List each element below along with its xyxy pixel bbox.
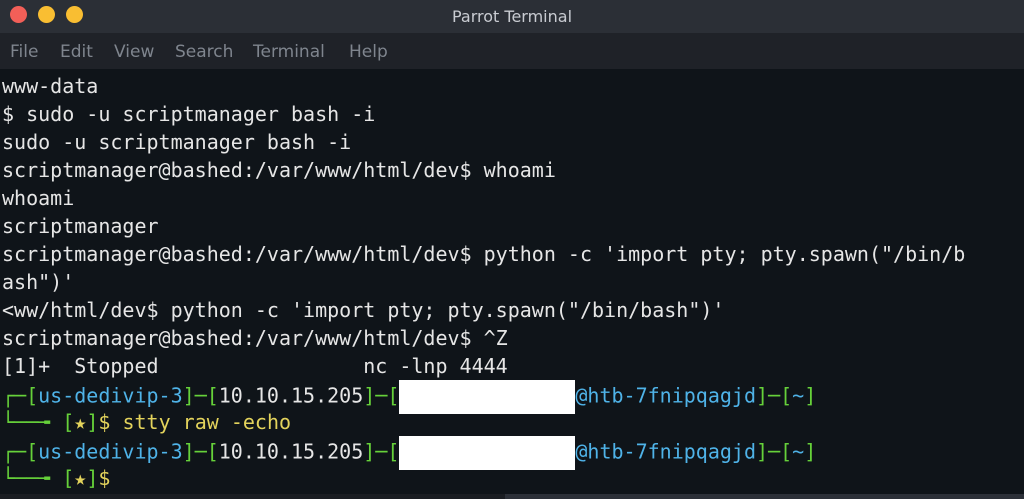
output-line: $ sudo -u scriptmanager bash -i [2,102,376,126]
prompt-corner: ┌─ [2,439,27,464]
vpn-label: us-dedivip-3 [38,439,183,464]
vpn-label: us-dedivip-3 [38,383,183,408]
prompt-header: ┌─[us-dedivip-3]─[10.10.15.205]─[@htb-7f… [2,436,816,470]
command-text: stty raw -echo [122,410,292,434]
window-title: Parrot Terminal [451,7,573,26]
prompt-command-line: └──╼ [★]$ stty raw -echo [2,410,292,434]
output-line: [1]+ Stopped nc -lnp 4444 [2,354,508,378]
star-icon: ★ [74,410,87,434]
output-line: whoami [2,186,75,210]
prompt-header: ┌─[us-dedivip-3]─[10.10.15.205]─[@htb-7f… [2,380,816,414]
prompt-dollar: $ [98,466,111,490]
ip-label: 10.10.15.205 [218,383,364,408]
bottom-edge [0,494,1024,499]
menu-view[interactable]: View [114,42,154,62]
title-bar: Parrot Terminal [0,0,1024,33]
prompt-dollar: $ [98,410,123,434]
menu-edit[interactable]: Edit [60,42,93,62]
host-label: @htb-7fnipqagjd [575,439,757,464]
menu-help[interactable]: Help [349,42,388,62]
menu-terminal[interactable]: Terminal [253,42,325,62]
prompt-command-line: └──╼ [★]$ [2,466,111,490]
menu-file[interactable]: File [10,42,38,62]
output-line: www-data [2,74,99,98]
output-line: scriptmanager@bashed:/var/www/html/dev$ … [2,242,966,266]
menu-search[interactable]: Search [175,42,233,62]
dir-label: ~ [792,439,805,464]
output-line: ash")' [2,270,75,294]
output-line: <ww/html/dev$ python -c 'import pty; pty… [2,298,725,322]
output-line: scriptmanager [2,214,159,238]
star-icon: ★ [74,466,87,490]
output-line: sudo -u scriptmanager bash -i [2,130,352,154]
ip-label: 10.10.15.205 [218,439,364,464]
scrollbar[interactable] [505,494,1024,499]
prompt-corner: ┌─ [2,383,27,408]
redacted-username [399,380,576,414]
host-label: @htb-7fnipqagjd [575,383,757,408]
output-line: scriptmanager@bashed:/var/www/html/dev$ … [2,326,508,350]
output-line: scriptmanager@bashed:/var/www/html/dev$ … [2,158,556,182]
menu-bar: File Edit View Search Terminal Help [0,33,1024,69]
redacted-username [399,436,576,470]
terminal-output[interactable]: www-data $ sudo -u scriptmanager bash -i… [0,72,1024,499]
dir-label: ~ [792,383,805,408]
